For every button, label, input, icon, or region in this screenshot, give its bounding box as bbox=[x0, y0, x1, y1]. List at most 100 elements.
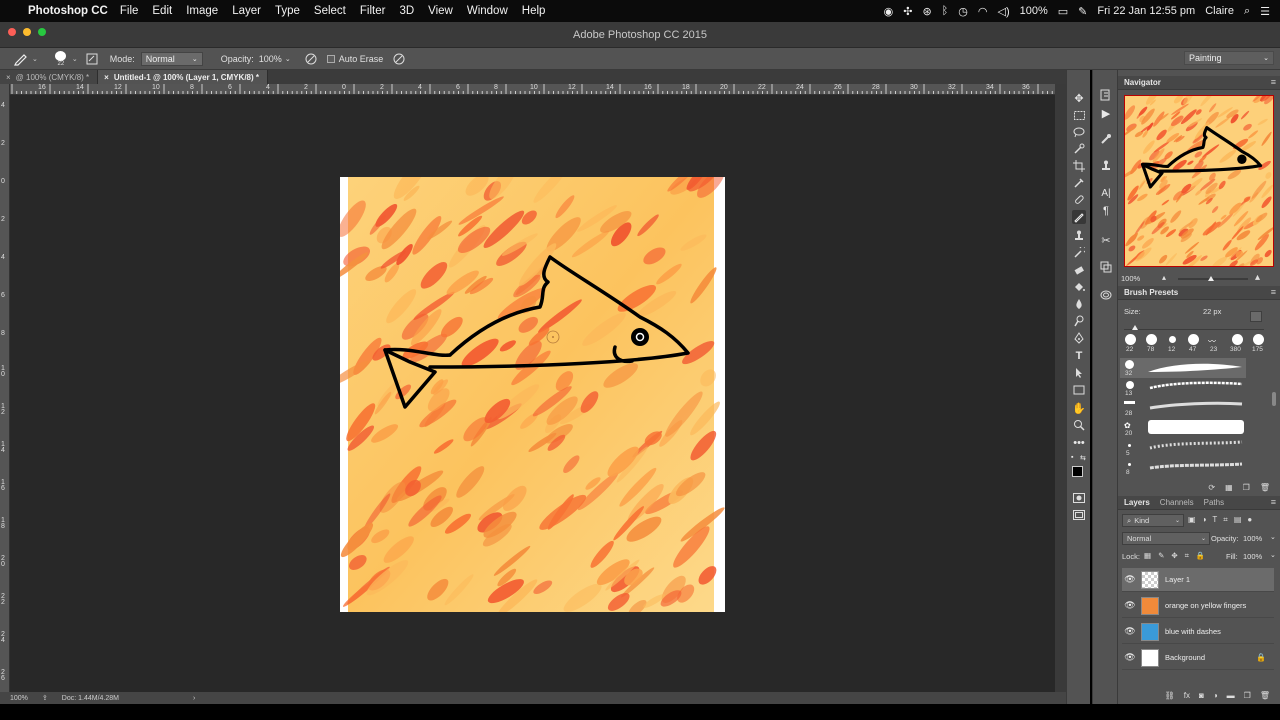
battery-icon[interactable]: ▭ bbox=[1058, 5, 1068, 18]
bluetooth-icon[interactable]: ᛒ bbox=[942, 5, 949, 17]
pen-tool-icon[interactable] bbox=[1072, 331, 1086, 345]
navigator-preview[interactable] bbox=[1124, 95, 1274, 267]
menu-image[interactable]: Image bbox=[186, 5, 218, 17]
panel-menu-icon[interactable]: ≡ bbox=[1271, 497, 1276, 507]
share-icon[interactable]: ⇪ bbox=[42, 694, 48, 702]
history-brush-tool-icon[interactable] bbox=[1072, 246, 1086, 260]
eye-icon[interactable]: 👁 bbox=[1122, 652, 1138, 663]
layer-name[interactable]: blue with dashes bbox=[1165, 627, 1221, 636]
brush-tip[interactable] bbox=[1169, 336, 1176, 343]
menu-select[interactable]: Select bbox=[314, 5, 346, 17]
artwork-orange-fish[interactable] bbox=[329, 157, 725, 617]
panel-menu-icon[interactable]: ≡ bbox=[1271, 77, 1276, 87]
layer-name[interactable]: Background bbox=[1165, 653, 1205, 662]
tool-presets-icon[interactable]: ✂ bbox=[1099, 233, 1113, 247]
pen-icon[interactable]: ✎ bbox=[1078, 5, 1087, 18]
pressure-opacity-button[interactable] bbox=[303, 51, 319, 67]
brush-panel-toggle[interactable] bbox=[84, 51, 100, 67]
marquee-tool-icon[interactable] bbox=[1072, 108, 1086, 122]
paint-bucket-tool-icon[interactable] bbox=[1072, 280, 1086, 294]
menu-3d[interactable]: 3D bbox=[399, 5, 414, 17]
layer-filter-select[interactable]: ⌕ Kind ⌄ bbox=[1122, 514, 1184, 527]
fill-field[interactable]: 100% bbox=[1243, 552, 1262, 561]
link-layers-icon[interactable]: ⛓ bbox=[1165, 691, 1175, 700]
tab-document-1[interactable]: × @ 100% (CMYK/8) * bbox=[0, 70, 99, 84]
creative-cloud-icon[interactable]: ⊛ bbox=[922, 5, 931, 18]
eyedropper-tool-icon[interactable] bbox=[1072, 176, 1086, 190]
adjustment-layer-icon[interactable]: ◑ bbox=[1213, 691, 1218, 700]
doc-size-info[interactable]: Doc: 1.44M/4.28M bbox=[62, 695, 119, 702]
lock-transparent-icon[interactable]: ▦ bbox=[1144, 551, 1151, 561]
new-layer-icon[interactable]: ❐ bbox=[1244, 691, 1251, 700]
quick-selection-tool-icon[interactable] bbox=[1072, 142, 1086, 156]
path-selection-tool-icon[interactable] bbox=[1072, 366, 1086, 380]
menu-window[interactable]: Window bbox=[467, 5, 508, 17]
tab-untitled-1[interactable]: × Untitled-1 @ 100% (Layer 1, CMYK/8) * bbox=[98, 70, 268, 84]
move-tool-icon[interactable]: ✥ bbox=[1072, 91, 1086, 105]
brush-panel-icon[interactable] bbox=[1099, 132, 1113, 146]
toggle-brush-panel-icon[interactable]: ⟳ bbox=[1208, 483, 1215, 492]
blend-mode-select[interactable]: Normal ⌄ bbox=[1122, 532, 1210, 545]
tab-channels[interactable]: Channels bbox=[1160, 498, 1194, 507]
chevron-right-icon[interactable]: › bbox=[193, 695, 195, 702]
brush-grid-icon[interactable]: ▦ bbox=[1225, 483, 1233, 492]
zoom-in-icon[interactable]: ▴ bbox=[1255, 272, 1260, 283]
eraser-tool-icon[interactable] bbox=[1072, 263, 1086, 277]
menu-help[interactable]: Help bbox=[522, 5, 546, 17]
filter-type-icon[interactable]: T bbox=[1212, 515, 1217, 525]
filter-shape-icon[interactable]: ⌗ bbox=[1223, 515, 1228, 525]
user-name[interactable]: Claire bbox=[1205, 5, 1234, 17]
filter-smart-object-icon[interactable]: ▤ bbox=[1234, 515, 1242, 525]
filter-toggle-icon[interactable]: ● bbox=[1247, 515, 1252, 525]
layer-style-icon[interactable]: fx bbox=[1184, 691, 1190, 700]
foreground-color-swatch[interactable] bbox=[1072, 466, 1083, 477]
menu-edit[interactable]: Edit bbox=[152, 5, 172, 17]
styles-panel-icon[interactable] bbox=[1099, 288, 1113, 302]
close-tab-icon[interactable]: × bbox=[104, 73, 109, 82]
auto-erase-checkbox[interactable] bbox=[326, 54, 335, 63]
lasso-tool-icon[interactable] bbox=[1072, 125, 1086, 139]
brush-tip[interactable]: 〰 bbox=[1208, 336, 1222, 346]
pressure-size-button[interactable] bbox=[391, 51, 407, 67]
brush-presets-panel-header[interactable]: Brush Presets ≡ bbox=[1118, 286, 1280, 300]
default-colors-icon[interactable]: ▪ bbox=[1071, 454, 1073, 461]
filter-pixel-icon[interactable]: ▣ bbox=[1188, 515, 1196, 525]
panel-menu-icon[interactable]: ≡ bbox=[1271, 287, 1276, 297]
zoom-slider-handle[interactable] bbox=[1208, 276, 1214, 281]
brush-presets-title[interactable]: Brush Presets bbox=[1124, 288, 1178, 297]
layer-row-background[interactable]: 👁 Background 🔒 bbox=[1122, 646, 1274, 670]
brush-tip[interactable] bbox=[1146, 334, 1157, 345]
clone-source-icon[interactable] bbox=[1099, 159, 1113, 173]
lock-all-icon[interactable]: 🔒 bbox=[1196, 551, 1205, 561]
lock-image-icon[interactable]: ✎ bbox=[1158, 551, 1164, 561]
delete-layer-icon[interactable]: 🗑 bbox=[1260, 691, 1270, 700]
paragraph-panel-icon[interactable]: ¶ bbox=[1099, 204, 1113, 218]
notification-list-icon[interactable]: ☰ bbox=[1260, 5, 1270, 18]
wifi-icon[interactable]: ◠ bbox=[978, 5, 988, 18]
crop-tool-icon[interactable] bbox=[1072, 159, 1086, 173]
volume-icon[interactable]: ◁) bbox=[997, 5, 1009, 18]
document-canvas[interactable] bbox=[329, 157, 725, 617]
vertical-scrollbar[interactable] bbox=[1055, 84, 1066, 692]
menu-layer[interactable]: Layer bbox=[232, 5, 261, 17]
brush-size-value[interactable]: 22 px bbox=[1203, 307, 1221, 316]
screen-mode-icon[interactable] bbox=[1072, 508, 1086, 522]
adjustments-panel-icon[interactable] bbox=[1099, 260, 1113, 274]
record-icon[interactable]: ◉ bbox=[884, 5, 894, 18]
healing-brush-tool-icon[interactable] bbox=[1072, 193, 1086, 207]
mode-select[interactable]: Normal ⌄ bbox=[140, 51, 203, 66]
pencil-tool-icon[interactable] bbox=[1072, 210, 1086, 224]
menu-filter[interactable]: Filter bbox=[360, 5, 386, 17]
clone-stamp-tool-icon[interactable] bbox=[1072, 229, 1086, 243]
zoom-level-field[interactable]: 100% bbox=[10, 695, 28, 702]
actions-play-icon[interactable]: ▶ bbox=[1099, 106, 1113, 120]
spotlight-search-icon[interactable]: ⌕ bbox=[1244, 5, 1250, 18]
eye-icon[interactable]: 👁 bbox=[1122, 600, 1138, 611]
brush-size-slider[interactable] bbox=[1124, 329, 1264, 330]
swap-colors-icon[interactable]: ⇆ bbox=[1080, 454, 1086, 462]
blur-tool-icon[interactable] bbox=[1072, 297, 1086, 311]
layer-row-blue-with-dashes[interactable]: 👁 blue with dashes bbox=[1122, 620, 1274, 644]
eye-icon[interactable]: 👁 bbox=[1122, 574, 1138, 585]
menu-view[interactable]: View bbox=[428, 5, 453, 17]
gamepad-icon[interactable]: ✣ bbox=[903, 5, 912, 18]
